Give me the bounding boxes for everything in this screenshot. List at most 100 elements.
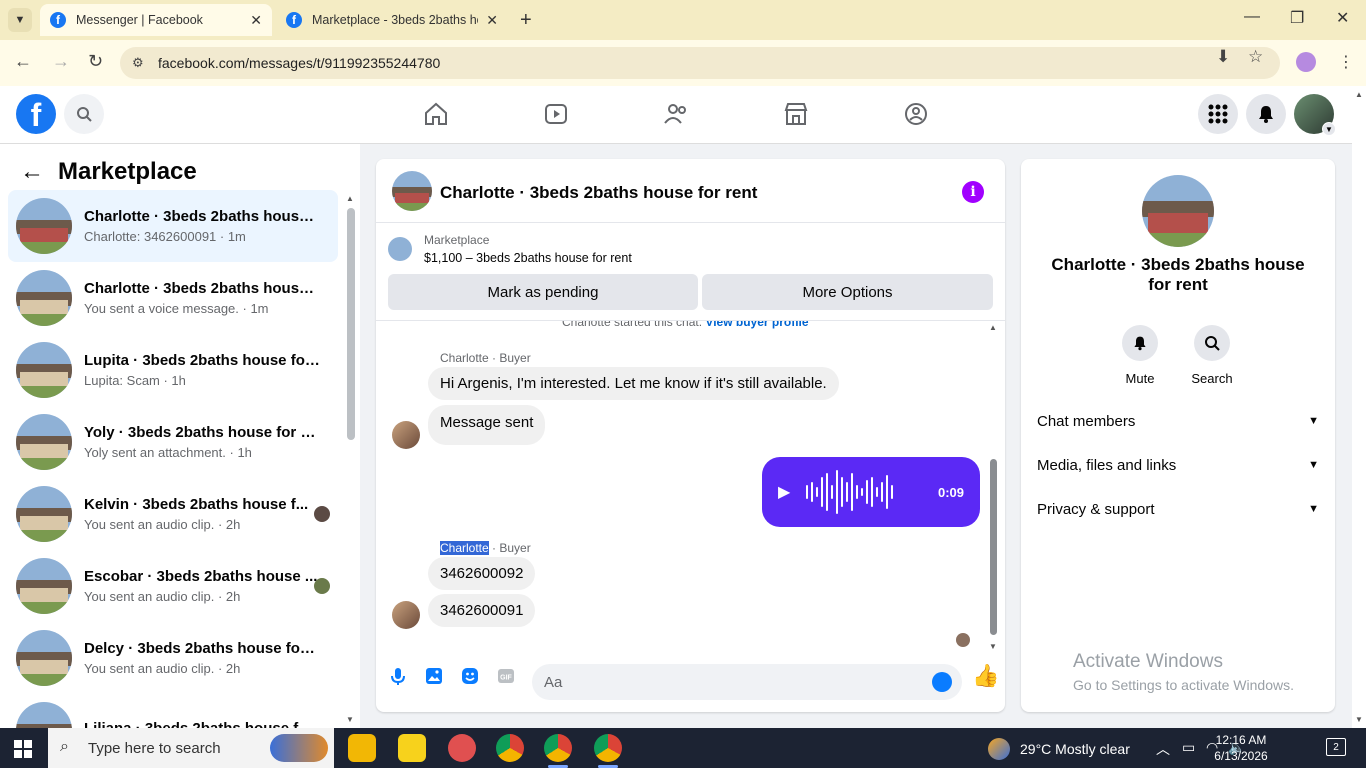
sender-label: Charlotte · Buyer	[440, 351, 531, 365]
privacy-support-section[interactable]: Privacy & support ▼	[1037, 497, 1319, 521]
info-icon[interactable]: i	[962, 181, 984, 203]
facebook-favicon-icon: f	[286, 12, 302, 28]
thumbs-up-icon[interactable]: 👍	[972, 663, 999, 689]
chat-members-section[interactable]: Chat members ▼	[1037, 409, 1319, 433]
chrome-icon[interactable]	[594, 734, 622, 768]
home-icon[interactable]	[422, 100, 450, 128]
listing-thumbnail	[16, 342, 72, 398]
emoji-icon[interactable]	[932, 672, 952, 692]
conversation-list: Charlotte · 3beds 2baths house f... Charl…	[8, 190, 338, 728]
search-in-conversation-button[interactable]: Search	[1182, 325, 1242, 386]
sticker-icon[interactable]	[460, 666, 480, 686]
sender-avatar[interactable]	[392, 601, 420, 629]
page-scrollbar[interactable]: ▲ ▼	[1352, 86, 1366, 728]
incoming-message[interactable]: 3462600091	[428, 594, 536, 627]
sidebar-scrollbar[interactable]: ▲ ▼	[346, 194, 355, 724]
video-icon[interactable]	[542, 100, 570, 128]
file-explorer-icon[interactable]	[348, 734, 376, 762]
close-window-button[interactable]: ✕	[1336, 8, 1349, 28]
microphone-icon[interactable]	[388, 666, 408, 686]
menu-button[interactable]	[1198, 94, 1238, 134]
weather-widget[interactable]: 29°C Mostly clear	[988, 738, 1130, 760]
tab-messenger[interactable]: f Messenger | Facebook ✕	[40, 4, 272, 36]
incoming-message[interactable]: 3462600092	[428, 557, 536, 590]
marketplace-icon[interactable]	[782, 100, 810, 128]
notifications-button[interactable]	[1246, 94, 1286, 134]
play-icon[interactable]: ▶	[778, 482, 790, 502]
activate-windows-watermark: Activate Windows Go to Settings to activ…	[1073, 651, 1294, 693]
back-icon[interactable]: ←	[14, 51, 32, 72]
tab-marketplace[interactable]: f Marketplace - 3beds 2baths ho ✕	[276, 4, 508, 36]
media-files-links-section[interactable]: Media, files and links ▼	[1037, 453, 1319, 477]
back-arrow-icon[interactable]: ←	[20, 158, 44, 186]
bookmark-star-icon[interactable]: ☆	[1248, 47, 1263, 67]
conversation-item[interactable]: Lupita · 3beds 2baths house for ... Lupit…	[8, 334, 338, 406]
sticky-notes-icon[interactable]	[398, 734, 426, 762]
conversation-item[interactable]: Kelvin · 3beds 2baths house f... You sent…	[8, 478, 338, 550]
taskbar-search[interactable]: ⌕ Type here to search	[48, 728, 334, 768]
scroll-up-icon[interactable]: ▲	[346, 194, 354, 203]
close-icon[interactable]: ✕	[250, 12, 262, 29]
notification-center-icon[interactable]: 2	[1326, 738, 1346, 756]
facebook-favicon-icon: f	[50, 12, 66, 28]
conversation-item[interactable]: Charlotte · 3beds 2baths house f... Charl…	[8, 190, 338, 262]
chrome-icon[interactable]	[544, 734, 572, 768]
minimize-button[interactable]: —	[1244, 8, 1260, 26]
search-button[interactable]	[64, 94, 104, 134]
view-buyer-profile-link[interactable]: View buyer profile	[705, 321, 808, 329]
chrome-icon[interactable]	[496, 734, 524, 762]
chat-avatar[interactable]	[392, 171, 432, 211]
sender-avatar[interactable]	[392, 421, 420, 449]
device-icon[interactable]: ▭	[1182, 739, 1195, 756]
conversation-avatar[interactable]	[1142, 175, 1214, 247]
listing-thumbnail[interactable]	[388, 237, 412, 261]
conversation-item[interactable]: Delcy · 3beds 2baths house for r... You s…	[8, 622, 338, 694]
install-app-icon[interactable]: ⬇	[1216, 47, 1230, 67]
reload-icon[interactable]: ↻	[88, 51, 103, 72]
more-options-button[interactable]: More Options	[702, 274, 993, 310]
search-highlight-icon[interactable]	[270, 734, 328, 762]
chat-scrollbar[interactable]: ▲ ▼	[988, 323, 998, 651]
groups-icon[interactable]	[902, 100, 930, 128]
scroll-up-icon[interactable]: ▲	[989, 323, 997, 332]
site-info-icon[interactable]: ⚙	[132, 55, 144, 71]
browser-menu-icon[interactable]: ⋮	[1338, 52, 1354, 72]
chevron-up-icon[interactable]: ︿	[1156, 739, 1170, 759]
mark-as-pending-button[interactable]: Mark as pending	[388, 274, 698, 310]
incoming-message[interactable]: Message sent	[428, 405, 546, 445]
url-field[interactable]: ⚙ facebook.com/messages/t/91199235524478…	[120, 47, 1280, 79]
clock[interactable]: 12:16 AM 6/13/2026	[1196, 732, 1286, 764]
gif-icon[interactable]: GIF	[496, 666, 516, 686]
scroll-up-icon[interactable]: ▲	[1355, 90, 1363, 99]
paint-icon[interactable]	[448, 734, 476, 762]
conversation-item[interactable]: Charlotte · 3beds 2baths house f... You s…	[8, 262, 338, 334]
bell-icon	[1259, 106, 1273, 123]
bell-icon	[1134, 336, 1146, 351]
restore-button[interactable]: ❐	[1290, 8, 1304, 28]
conversation-item[interactable]: Escobar · 3beds 2baths house ... You sent…	[8, 550, 338, 622]
scroll-down-icon[interactable]: ▼	[346, 715, 354, 724]
chat-title[interactable]: Charlotte · 3beds 2baths house for rent	[440, 183, 757, 203]
scroll-down-icon[interactable]: ▼	[1355, 715, 1363, 724]
conversation-item[interactable]: Yoly · 3beds 2baths house for rent Yoly s…	[8, 406, 338, 478]
incoming-message[interactable]: Hi Argenis, I'm interested. Let me know …	[428, 367, 839, 400]
mute-button[interactable]: Mute	[1110, 325, 1170, 386]
url-text: facebook.com/messages/t/911992355244780	[158, 55, 441, 71]
forward-icon[interactable]: →	[52, 51, 70, 72]
new-tab-button[interactable]: +	[520, 9, 532, 32]
photo-icon[interactable]	[424, 666, 444, 686]
friends-icon[interactable]	[662, 100, 690, 128]
close-icon[interactable]: ✕	[486, 12, 498, 29]
facebook-logo-icon[interactable]: f	[16, 94, 56, 134]
message-input[interactable]: Aa	[532, 664, 962, 700]
account-avatar[interactable]: ▼	[1294, 94, 1336, 136]
scroll-thumb[interactable]	[990, 459, 997, 635]
profile-icon[interactable]	[1296, 52, 1316, 72]
scroll-thumb[interactable]	[347, 208, 355, 440]
conversation-item[interactable]: Liliana · 3beds 2baths house for ...	[8, 694, 338, 728]
windows-start-icon[interactable]	[14, 740, 32, 758]
chat-header: Charlotte · 3beds 2baths house for rent …	[376, 159, 1005, 223]
scroll-down-icon[interactable]: ▼	[989, 642, 997, 651]
tab-search-dropdown[interactable]: ▼	[8, 8, 32, 32]
voice-message[interactable]: ▶ 0:09	[762, 457, 980, 527]
